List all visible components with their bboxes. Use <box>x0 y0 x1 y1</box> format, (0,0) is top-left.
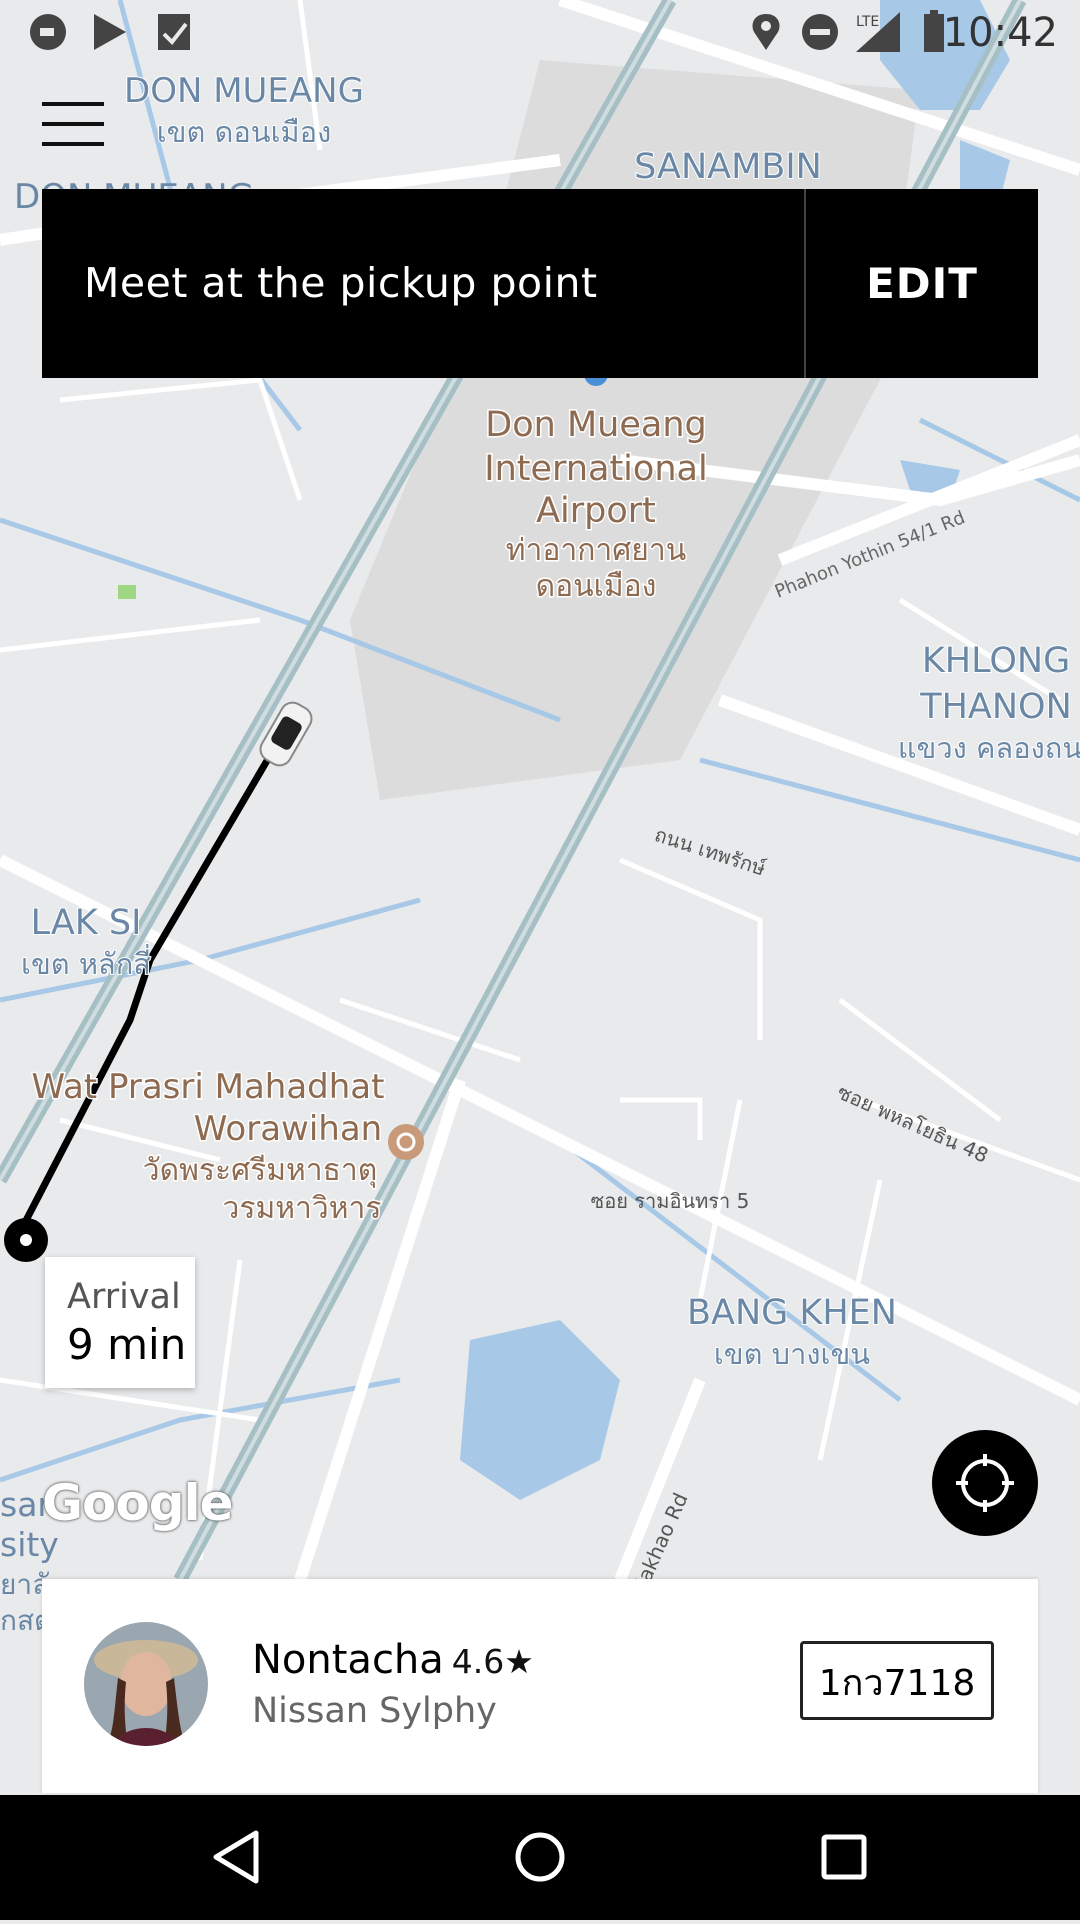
pickup-banner: Meet at the pickup point EDIT <box>42 189 1038 378</box>
label-airport-thai-1: ท่าอากาศยาน <box>506 533 686 568</box>
play-store-icon <box>94 14 126 50</box>
recents-button[interactable] <box>784 1795 904 1920</box>
system-icons: LTE <box>752 10 944 52</box>
menu-button[interactable] <box>42 102 104 146</box>
driver-name: Nontacha <box>252 1637 444 1683</box>
label-airport-3: Airport <box>536 491 656 531</box>
label-wat-2: Worawihan <box>194 1109 382 1149</box>
label-lak-si-thai: เขต หลักสี่ <box>21 944 151 981</box>
label-don-mueang: DON MUEANG <box>124 71 364 111</box>
recents-icon <box>821 1834 867 1880</box>
label-khlong-thanon-1: KHLONG <box>922 641 1070 681</box>
driver-rating: 4.6★ <box>451 1642 534 1681</box>
label-khlong-thanon-thai: แขวง คลองถน <box>898 731 1080 765</box>
license-plate: 1กว7118 <box>800 1641 994 1720</box>
menu-icon <box>42 102 104 106</box>
home-icon <box>515 1832 565 1882</box>
menu-icon-bar <box>42 142 104 146</box>
driver-card[interactable]: Nontacha 4.6★ Nissan Sylphy 1กว7118 <box>42 1579 1038 1793</box>
arrival-card: Arrival 9 min <box>45 1257 195 1388</box>
back-icon <box>213 1830 259 1884</box>
driver-name-line: Nontacha 4.6★ <box>252 1637 534 1683</box>
google-logo: Google <box>42 1474 234 1532</box>
avatar[interactable] <box>84 1622 208 1746</box>
car-model: Nissan Sylphy <box>252 1691 497 1731</box>
label-bang-khen-thai: เขต บางเขน <box>714 1337 870 1371</box>
status-bar: LTE 10:42 <box>0 0 1080 64</box>
recenter-button[interactable] <box>932 1430 1038 1536</box>
back-button[interactable] <box>176 1795 296 1920</box>
label-bang-khen: BANG KHEN <box>687 1293 897 1333</box>
label-khlong-thanon-2: THANON <box>919 687 1072 727</box>
menu-icon-bar <box>42 122 104 126</box>
label-wat-thai-2: วรมหาวิหาร <box>223 1191 382 1226</box>
crosshair-icon <box>956 1454 1014 1512</box>
battery-icon <box>924 10 944 52</box>
label-lak-si: LAK SI <box>31 903 142 943</box>
label-sanambin: SANAMBIN <box>634 147 822 187</box>
svg-text:LTE: LTE <box>856 14 879 30</box>
lte-signal-icon: LTE <box>856 12 900 52</box>
navigation-bar <box>0 1795 1080 1920</box>
label-airport-1: Don Mueang <box>485 405 706 445</box>
location-icon <box>752 14 780 50</box>
arrival-time: 9 min <box>67 1320 187 1369</box>
label-wat-1: Wat Prasri Mahadhat <box>32 1067 385 1107</box>
task-icon <box>158 14 190 50</box>
home-button[interactable] <box>480 1795 600 1920</box>
label-soi-ram5: ซอย รามอินทรา 5 <box>591 1189 750 1213</box>
label-airport-2: International <box>484 449 707 489</box>
notification-icons <box>30 14 190 50</box>
edit-button[interactable]: EDIT <box>806 189 1038 378</box>
label-airport-thai-2: ดอนเมือง <box>536 569 657 604</box>
do-not-disturb-icon <box>802 14 838 50</box>
arrival-label: Arrival <box>67 1277 181 1317</box>
pickup-message: Meet at the pickup point <box>84 259 598 307</box>
app-icon <box>30 14 66 50</box>
label-wat-thai-1: วัดพระศรีมหาธาตุ <box>143 1153 378 1189</box>
label-don-mueang-thai: เขต ดอนเมือง <box>157 115 331 149</box>
status-time: 10:42 <box>942 10 1058 56</box>
